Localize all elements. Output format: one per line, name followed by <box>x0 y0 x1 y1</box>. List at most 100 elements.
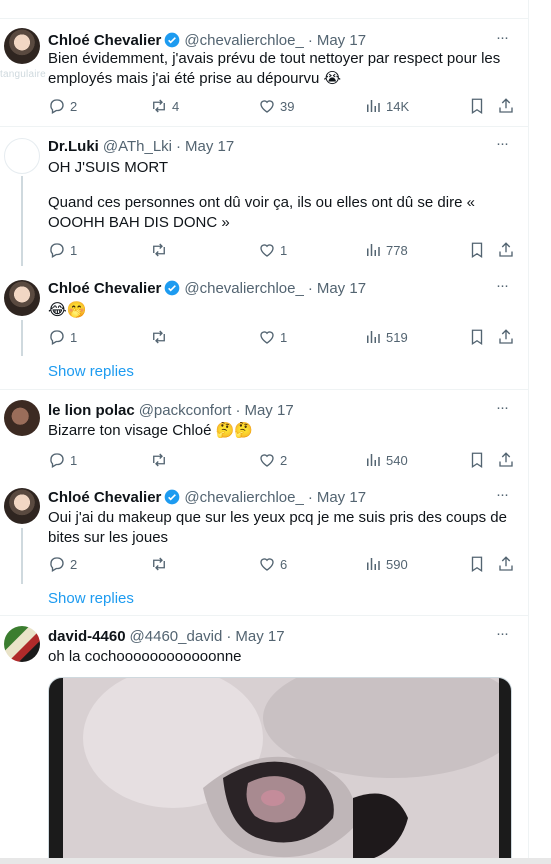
retweet-icon <box>153 557 165 571</box>
views-button[interactable]: 590 <box>364 555 408 573</box>
like-count: 6 <box>280 556 288 572</box>
more-options-icon[interactable]: ··· <box>492 278 512 299</box>
avatar[interactable] <box>4 488 40 524</box>
avatar[interactable] <box>4 400 40 436</box>
display-name[interactable]: Dr.Luki <box>48 138 99 155</box>
more-options-icon[interactable]: ··· <box>492 487 512 508</box>
bookmark-button[interactable] <box>468 328 486 346</box>
reply-icon <box>50 453 64 468</box>
views-count: 540 <box>386 452 408 468</box>
display-name[interactable]: Chloé Chevalier <box>48 280 161 297</box>
reply-button[interactable]: 1 <box>48 241 77 259</box>
share-button[interactable] <box>497 241 515 259</box>
views-button[interactable]: 540 <box>364 451 408 469</box>
display-name[interactable]: Chloé Chevalier <box>48 32 161 49</box>
thread-line <box>21 176 23 266</box>
tweet-actions: 1 1 778 <box>48 240 515 260</box>
retweet-icon <box>153 243 165 257</box>
tweet-date[interactable]: May 17 <box>317 489 366 506</box>
more-options-icon[interactable]: ··· <box>492 626 512 647</box>
bookmark-icon <box>471 452 483 469</box>
user-handle[interactable]: @chevalierchloe_ <box>184 489 303 506</box>
bookmark-button[interactable] <box>468 451 486 469</box>
views-button[interactable]: 778 <box>364 241 408 259</box>
tweet-date[interactable]: May 17 <box>317 32 366 49</box>
display-name[interactable]: Chloé Chevalier <box>48 489 161 506</box>
share-icon <box>499 242 513 257</box>
tweet-date[interactable]: May 17 <box>244 402 293 419</box>
views-count: 519 <box>386 329 408 345</box>
bookmark-button[interactable] <box>468 241 486 259</box>
tweet-media-image[interactable] <box>48 677 512 858</box>
photo-content <box>63 678 511 858</box>
share-button[interactable] <box>497 555 515 573</box>
reply-button[interactable]: 1 <box>48 451 77 469</box>
bookmark-button[interactable] <box>468 555 486 573</box>
tweet-date[interactable]: May 17 <box>317 280 366 297</box>
bookmark-button[interactable] <box>468 97 486 115</box>
tweet-text: Oui j'ai du makeup que sur les yeux pcq … <box>48 509 507 546</box>
retweet-icon <box>153 453 165 467</box>
like-count: 2 <box>280 452 288 468</box>
scrollbar[interactable] <box>529 0 551 864</box>
horizontal-scrollbar[interactable] <box>0 858 551 864</box>
heart-icon <box>260 244 274 257</box>
views-button[interactable]: 14K <box>364 97 409 115</box>
separator-dot: · <box>307 31 313 49</box>
reply-feed: tangulaire Chloé Chevalier @chevalierchl… <box>0 0 529 858</box>
tweet-text: oh la cochoooooooooooonne <box>48 648 242 665</box>
tweet-date[interactable]: May 17 <box>185 138 234 155</box>
tweet-date[interactable]: May 17 <box>235 628 284 645</box>
like-button[interactable]: 39 <box>258 97 294 115</box>
verified-badge-icon <box>165 280 180 296</box>
user-handle[interactable]: @packconfort <box>139 402 232 419</box>
reply-button[interactable]: 2 <box>48 97 77 115</box>
retweet-icon <box>153 330 165 344</box>
like-button[interactable]: 6 <box>258 555 287 573</box>
verified-badge-icon <box>165 489 180 505</box>
reply-button[interactable]: 2 <box>48 555 77 573</box>
show-replies-link[interactable]: Show replies <box>48 590 134 607</box>
avatar[interactable] <box>4 28 40 64</box>
share-button[interactable] <box>497 328 515 346</box>
reply-count: 1 <box>70 452 78 468</box>
like-button[interactable]: 1 <box>258 328 287 346</box>
tweet-text: OH J'SUIS MORT <box>48 159 169 176</box>
more-options-icon[interactable]: ··· <box>492 400 512 421</box>
separator-dot: · <box>307 279 313 297</box>
retweet-button[interactable] <box>150 241 172 259</box>
user-handle[interactable]: @ATh_Lki <box>103 138 172 155</box>
share-button[interactable] <box>497 97 515 115</box>
tweet-actions: 2 4 39 14K <box>48 96 515 116</box>
display-name[interactable]: david-4460 <box>48 628 126 645</box>
retweet-button[interactable]: 4 <box>150 97 179 115</box>
heart-icon <box>260 454 274 467</box>
retweet-button[interactable] <box>150 328 172 346</box>
like-button[interactable]: 1 <box>258 241 287 259</box>
reply-count: 1 <box>70 329 78 345</box>
avatar[interactable] <box>4 626 40 662</box>
reply-button[interactable]: 1 <box>48 328 77 346</box>
bookmark-icon <box>471 98 483 115</box>
show-replies-link[interactable]: Show replies <box>48 363 134 380</box>
tweet-text-continued: Quand ces personnes ont dû voir ça, ils … <box>48 194 475 231</box>
reply-icon <box>50 243 64 258</box>
user-handle[interactable]: @chevalierchloe_ <box>184 280 303 297</box>
user-handle[interactable]: @chevalierchloe_ <box>184 32 303 49</box>
tweet-header: Chloé Chevalier @chevalierchloe_ · May 1… <box>48 278 366 298</box>
views-button[interactable]: 519 <box>364 328 408 346</box>
views-count: 590 <box>386 556 408 572</box>
display-name[interactable]: le lion polac <box>48 402 135 419</box>
views-icon <box>367 100 380 112</box>
more-options-icon[interactable]: ··· <box>492 30 512 51</box>
more-options-icon[interactable]: ··· <box>492 136 512 157</box>
user-handle[interactable]: @4460_david <box>130 628 223 645</box>
retweet-button[interactable] <box>150 451 172 469</box>
avatar[interactable] <box>4 138 40 174</box>
like-button[interactable]: 2 <box>258 451 287 469</box>
share-button[interactable] <box>497 451 515 469</box>
avatar[interactable] <box>4 280 40 316</box>
tweet-header: Chloé Chevalier @chevalierchloe_ · May 1… <box>48 487 366 507</box>
retweet-button[interactable] <box>150 555 172 573</box>
tweet-header: le lion polac @packconfort · May 17 <box>48 400 294 420</box>
